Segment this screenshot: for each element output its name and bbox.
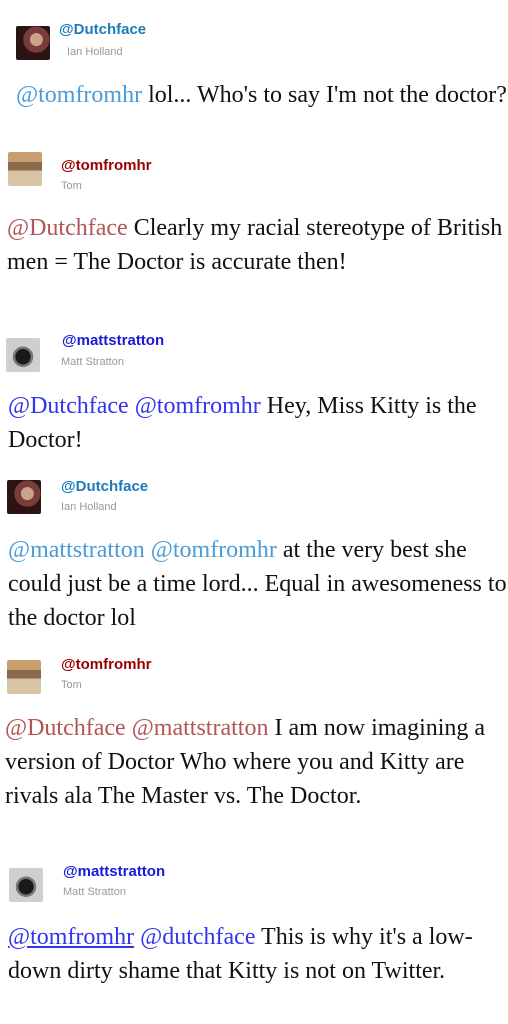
tweet-text: @Dutchface @tomfromhr Hey, Miss Kitty is… (8, 389, 508, 457)
author-name: Tom (61, 180, 82, 192)
tweet-text: @Dutchface Clearly my racial stereotype … (7, 211, 507, 279)
author-handle-link[interactable]: @mattstratton (63, 863, 165, 880)
mention-link[interactable]: @tomfromhr (16, 82, 142, 108)
mention-link[interactable]: @Dutchface (5, 715, 126, 741)
mention-link[interactable]: @mattstratton (132, 715, 269, 741)
mention-link[interactable]: @Dutchface (8, 393, 129, 419)
avatar-tomfromhr-icon[interactable] (7, 660, 41, 694)
author-name: Ian Holland (61, 501, 117, 513)
author-handle-link[interactable]: @Dutchface (61, 478, 148, 495)
author-handle-link[interactable]: @tomfromhr (61, 656, 151, 673)
author-name: Matt Stratton (61, 356, 124, 368)
author-name: Tom (61, 679, 82, 691)
mention-link[interactable]: @Dutchface (7, 215, 128, 241)
tweet-text: @mattstratton @tomfromhr at the very bes… (8, 533, 508, 635)
mention-link[interactable]: @tomfromhr (8, 924, 134, 950)
avatar-tomfromhr-icon[interactable] (8, 152, 42, 186)
author-handle-link[interactable]: @tomfromhr (61, 157, 151, 174)
avatar-mattstratton-icon[interactable] (9, 868, 43, 902)
author-handle-link[interactable]: @mattstratton (62, 332, 164, 349)
author-handle-link[interactable]: @Dutchface (59, 21, 146, 38)
tweet-text: @tomfromhr lol... Who's to say I'm not t… (16, 78, 508, 112)
author-name: Matt Stratton (63, 886, 126, 898)
mention-link[interactable]: @tomfromhr (135, 393, 261, 419)
mention-link[interactable]: @mattstratton (8, 537, 145, 563)
tweet-body-text: lol... Who's to say I'm not the doctor? (142, 82, 507, 108)
mention-link[interactable]: @tomfromhr (151, 537, 277, 563)
avatar-dutchface-icon[interactable] (16, 26, 50, 60)
tweet-text: @Dutchface @mattstratton I am now imagin… (5, 711, 505, 813)
avatar-dutchface-icon[interactable] (7, 480, 41, 514)
avatar-mattstratton-icon[interactable] (6, 338, 40, 372)
tweet-text: @tomfromhr @dutchface This is why it's a… (8, 920, 508, 988)
author-name: Ian Holland (67, 46, 123, 58)
mention-link[interactable]: @dutchface (140, 924, 255, 950)
